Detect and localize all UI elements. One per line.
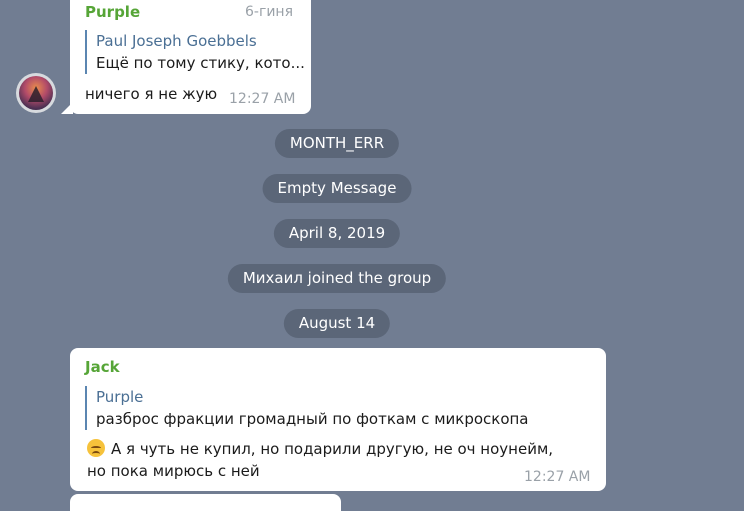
avatar-image	[19, 76, 53, 110]
reply-text: Ещё по тому стику, кото...	[96, 54, 305, 72]
user-avatar[interactable]	[16, 73, 56, 113]
message-date: 6-гиня	[245, 4, 293, 20]
date-separator: August 14	[283, 309, 391, 338]
reply-text: разброс фракции громадный по фоткам с ми…	[96, 410, 529, 428]
message-text: А я чуть не купил, но подарили другую, н…	[87, 440, 554, 480]
message-bubble-jack[interactable]: Jack Purple разброс фракции громадный по…	[70, 348, 606, 491]
chat-history[interactable]: Purple 6-гиня Paul Joseph Goebbels Ещё п…	[0, 0, 744, 511]
message-bubble-next[interactable]	[70, 494, 341, 511]
disappointed-face-icon	[87, 439, 105, 457]
service-message-empty: Empty Message	[262, 174, 412, 203]
sender-name[interactable]: Jack	[85, 358, 120, 376]
message-time: 12:27 AM	[229, 91, 296, 107]
message-bubble-purple[interactable]: Purple 6-гиня Paul Joseph Goebbels Ещё п…	[70, 0, 311, 114]
sender-name[interactable]: Purple	[85, 3, 140, 21]
service-message-month-err: MONTH_ERR	[274, 129, 400, 158]
message-time: 12:27 AM	[524, 469, 591, 485]
message-text: ничего я не жую	[85, 85, 218, 103]
reply-author: Purple	[96, 388, 144, 406]
date-separator: April 8, 2019	[273, 219, 401, 248]
reply-author: Paul Joseph Goebbels	[96, 32, 257, 50]
reply-preview[interactable]: Paul Joseph Goebbels Ещё по тому стику, …	[85, 30, 305, 74]
reply-preview[interactable]: Purple разброс фракции громадный по фотк…	[85, 386, 555, 430]
service-message-joined: Михаил joined the group	[227, 264, 447, 293]
message-body: А я чуть не купил, но подарили другую, н…	[87, 438, 567, 482]
